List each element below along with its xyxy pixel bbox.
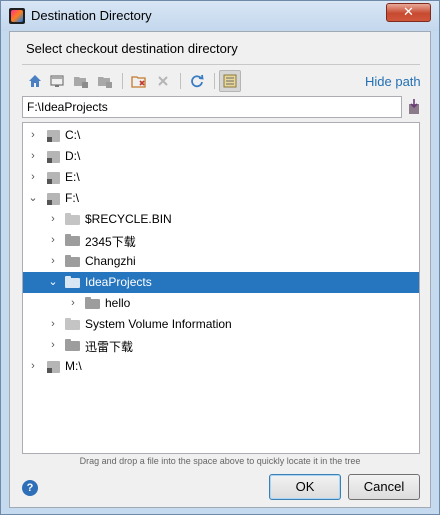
refresh-icon[interactable] <box>186 70 208 92</box>
expand-arrow-icon[interactable]: › <box>27 149 39 163</box>
tree-item-label: D:\ <box>65 149 81 163</box>
drive-icon <box>45 170 61 184</box>
folder-icon <box>85 296 101 310</box>
expand-arrow-icon[interactable]: › <box>47 317 59 331</box>
divider <box>22 64 420 65</box>
tree-row[interactable]: ⌄ IdeaProjects <box>23 272 419 293</box>
drag-drop-hint: Drag and drop a file into the space abov… <box>79 456 361 466</box>
toolbar-separator <box>180 73 181 89</box>
dialog-heading: Select checkout destination directory <box>26 41 238 56</box>
tree-row[interactable]: › M:\ <box>23 356 419 377</box>
delete-icon[interactable] <box>152 70 174 92</box>
collapse-arrow-icon[interactable]: ⌄ <box>27 191 39 205</box>
tree-row[interactable]: › 迅雷下载 <box>23 335 419 356</box>
window-title: Destination Directory <box>31 8 152 23</box>
tree-row[interactable]: › Changzhi <box>23 251 419 272</box>
folder-icon <box>65 317 81 331</box>
expand-arrow-icon[interactable]: › <box>27 128 39 142</box>
tree-item-label: System Volume Information <box>85 317 232 331</box>
tree-row[interactable]: › hello <box>23 293 419 314</box>
tree-item-label: $RECYCLE.BIN <box>85 212 172 226</box>
cancel-button[interactable]: Cancel <box>348 474 420 500</box>
history-dropdown-icon[interactable] <box>406 98 422 116</box>
module-folder-icon[interactable] <box>94 70 116 92</box>
expand-arrow-icon[interactable]: › <box>47 233 59 247</box>
tree-item-label: C:\ <box>65 128 81 142</box>
home-icon[interactable] <box>24 70 46 92</box>
expand-arrow-icon[interactable]: › <box>27 170 39 184</box>
dialog-content: Select checkout destination directory Hi… <box>9 31 431 508</box>
expand-arrow-icon[interactable]: › <box>47 338 59 352</box>
tree-row[interactable]: › C:\ <box>23 125 419 146</box>
tree-item-label: 迅雷下载 <box>85 340 134 354</box>
close-button[interactable]: ✕ <box>386 3 431 22</box>
tree-row[interactable]: › E:\ <box>23 167 419 188</box>
help-icon[interactable]: ? <box>22 480 38 496</box>
drive-icon <box>45 359 61 373</box>
toolbar <box>24 70 264 94</box>
toolbar-separator <box>122 73 123 89</box>
hide-path-link[interactable]: Hide path <box>365 74 421 89</box>
intellij-logo-icon <box>9 8 25 24</box>
drive-icon <box>45 149 61 163</box>
desktop-icon[interactable] <box>46 70 68 92</box>
folder-icon <box>65 338 81 352</box>
tree-row[interactable]: › D:\ <box>23 146 419 167</box>
tree-item-label: E:\ <box>65 170 80 184</box>
directory-tree[interactable]: › C:\ › D:\ › E:\ ⌄ F:\ › $RECYCLE.BIN › 2345下载 › Cha… <box>22 122 420 454</box>
folder-icon <box>65 212 81 226</box>
show-hidden-icon[interactable] <box>219 70 241 92</box>
title-bar: Destination Directory ✕ <box>1 1 439 31</box>
tree-row[interactable]: › 2345下载 <box>23 230 419 251</box>
drive-icon <box>45 128 61 142</box>
new-folder-icon[interactable] <box>128 70 150 92</box>
expand-arrow-icon[interactable]: › <box>67 296 79 310</box>
collapse-arrow-icon[interactable]: ⌄ <box>47 275 59 289</box>
tree-row[interactable]: ⌄ F:\ <box>23 188 419 209</box>
folder-icon <box>65 233 81 247</box>
tree-row[interactable]: › System Volume Information <box>23 314 419 335</box>
tree-item-label: M:\ <box>65 359 82 373</box>
tree-item-label: hello <box>105 296 131 310</box>
toolbar-separator <box>214 73 215 89</box>
ok-button[interactable]: OK <box>269 474 341 500</box>
folder-icon <box>65 254 81 268</box>
expand-arrow-icon[interactable]: › <box>47 212 59 226</box>
folder-icon <box>65 275 81 289</box>
project-folder-icon[interactable] <box>70 70 92 92</box>
expand-arrow-icon[interactable]: › <box>27 359 39 373</box>
tree-item-label: F:\ <box>65 191 79 205</box>
expand-arrow-icon[interactable]: › <box>47 254 59 268</box>
tree-row[interactable]: › $RECYCLE.BIN <box>23 209 419 230</box>
tree-item-label: Changzhi <box>85 254 136 268</box>
tree-item-label: IdeaProjects <box>85 275 152 289</box>
dialog-window: Destination Directory ✕ Select checkout … <box>0 0 440 515</box>
drive-icon <box>45 191 61 205</box>
tree-item-label: 2345下载 <box>85 235 136 249</box>
path-input[interactable]: F:\IdeaProjects <box>22 96 402 118</box>
